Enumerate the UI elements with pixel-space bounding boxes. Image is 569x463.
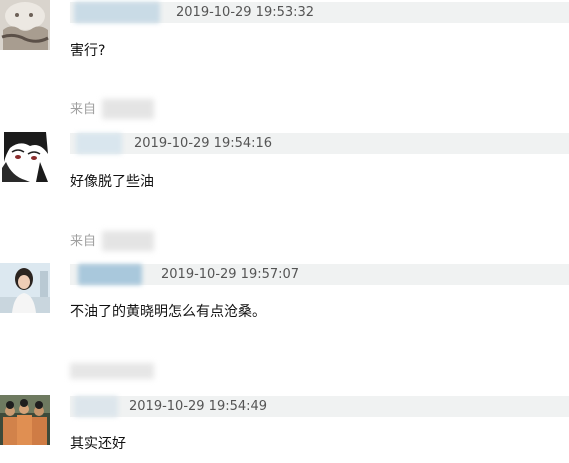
- group-photo-avatar-icon[interactable]: [0, 395, 50, 445]
- woman-photo-avatar-icon[interactable]: [0, 263, 50, 313]
- comment-timestamp: 2019-10-29 19:57:07: [161, 267, 300, 282]
- comment-source: 来自: [70, 231, 160, 253]
- source-redacted[interactable]: [70, 363, 154, 379]
- source-device-redacted[interactable]: [102, 99, 154, 119]
- username-redacted[interactable]: [74, 396, 118, 417]
- comment-meta-bar: 2019-10-29 19:54:49: [70, 396, 569, 417]
- username-redacted[interactable]: [74, 2, 160, 23]
- comment-meta-bar: 2019-10-29 19:53:32: [70, 2, 569, 23]
- anime-avatar-icon[interactable]: [0, 132, 50, 182]
- source-label: 来自: [70, 102, 97, 117]
- comment-text: 不油了的黄晓明怎么有点沧桑。: [70, 304, 266, 320]
- comment-source: 来自: [70, 99, 160, 121]
- comment-text: 好像脱了些油: [70, 174, 154, 190]
- comment-text: 害行?: [70, 43, 106, 59]
- comment-meta-bar: 2019-10-29 19:57:07: [70, 264, 569, 285]
- comment-source: [70, 363, 160, 385]
- username-redacted[interactable]: [78, 264, 142, 285]
- comment-text: 其实还好: [70, 436, 126, 452]
- comment-timestamp: 2019-10-29 19:54:49: [129, 399, 268, 414]
- source-label: 来自: [70, 234, 97, 249]
- comment-timestamp: 2019-10-29 19:54:16: [134, 136, 273, 151]
- comment-meta-bar: 2019-10-29 19:54:16: [70, 133, 569, 154]
- comment-timestamp: 2019-10-29 19:53:32: [176, 5, 315, 20]
- source-device-redacted[interactable]: [102, 231, 154, 251]
- username-redacted[interactable]: [76, 133, 122, 154]
- cat-avatar-icon[interactable]: [0, 0, 50, 50]
- comment-list: 2019-10-29 19:53:32 害行? 来自 2019-10-29 19…: [0, 0, 569, 463]
